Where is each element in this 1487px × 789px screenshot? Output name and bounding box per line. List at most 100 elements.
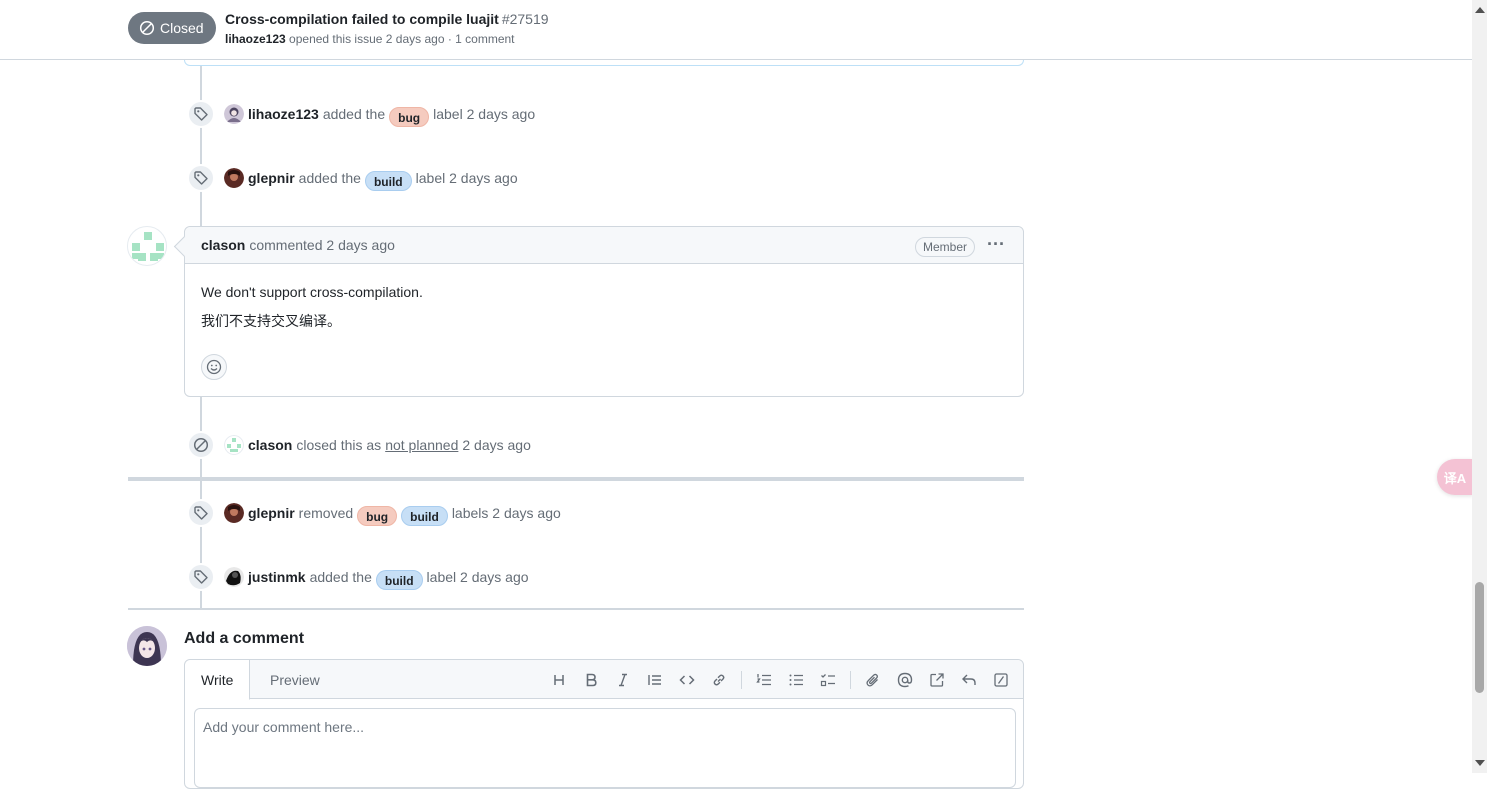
issue-meta: lihaoze123 opened this issue 2 days ago … — [225, 32, 515, 46]
event-badge — [187, 499, 215, 527]
label-build[interactable]: build — [364, 171, 412, 191]
add-comment-heading: Add a comment — [184, 630, 305, 647]
event-time[interactable]: 2 days ago — [449, 170, 518, 186]
event-actor[interactable]: clason — [248, 437, 292, 453]
comment-paragraph: We don't support cross-compilation. — [201, 284, 423, 300]
avatar[interactable] — [224, 435, 244, 455]
comment-editor: Write Preview — [184, 659, 1024, 789]
avatar[interactable] — [224, 168, 244, 188]
bold-icon[interactable] — [575, 668, 607, 692]
comment-body: We don't support cross-compilation. 我们不支… — [185, 264, 1023, 330]
comment-paragraph: 我们不支持交叉编译。 — [201, 313, 341, 329]
code-icon[interactable] — [671, 668, 703, 692]
current-user-avatar[interactable] — [127, 626, 167, 666]
timeline-line — [200, 60, 202, 226]
issue-state-label: Closed — [160, 20, 204, 36]
avatar[interactable] — [224, 567, 244, 587]
event-badge — [187, 563, 215, 591]
sticky-issue-header: Closed Cross-compilation failed to compi… — [0, 0, 1472, 60]
reference-icon[interactable] — [921, 668, 953, 692]
avatar[interactable] — [224, 503, 244, 523]
timeline-event-unlabeled: glepnir removed bug build labels 2 days … — [187, 499, 561, 527]
comment-author-avatar[interactable] — [127, 226, 167, 266]
event-actor[interactable]: glepnir — [248, 170, 295, 186]
event-text: added the — [322, 106, 386, 122]
add-reaction-button[interactable] — [201, 354, 227, 380]
quote-icon[interactable] — [639, 668, 671, 692]
tab-preview[interactable]: Preview — [254, 660, 336, 699]
issue-author-link[interactable]: lihaoze123 — [225, 32, 286, 46]
member-badge: Member — [914, 237, 975, 257]
comment-textarea[interactable] — [194, 708, 1016, 788]
event-badge — [187, 431, 215, 459]
markdown-toolbar — [543, 668, 1017, 692]
user-avatar-image — [127, 626, 167, 666]
label-build[interactable]: build — [375, 570, 423, 590]
translate-icon: 译A — [1443, 470, 1467, 486]
tag-icon — [194, 171, 208, 185]
attach-icon[interactable] — [857, 668, 889, 692]
event-time[interactable]: 2 days ago — [492, 505, 561, 521]
timeline-end-divider — [128, 608, 1024, 610]
tag-icon — [194, 570, 208, 584]
toolbar-divider — [741, 671, 742, 689]
kebab-menu-icon[interactable]: ··· — [987, 234, 1005, 255]
tag-icon — [194, 506, 208, 520]
event-text: labels — [451, 505, 489, 521]
close-reason-link[interactable]: not planned — [385, 437, 458, 453]
event-badge — [187, 164, 215, 192]
timeline-event-closed: clason closed this as not planned 2 days… — [187, 431, 531, 459]
event-actor[interactable]: lihaoze123 — [248, 106, 319, 122]
page-scrollbar[interactable] — [1472, 0, 1487, 773]
skip-icon — [193, 437, 209, 453]
toolbar-divider — [850, 671, 851, 689]
event-actor[interactable]: glepnir — [248, 505, 295, 521]
event-text: label — [415, 170, 446, 186]
label-bug[interactable]: bug — [389, 107, 430, 127]
timeline-break — [128, 477, 1024, 481]
comment-card: clason commented 2 days ago Member ··· W… — [184, 226, 1024, 397]
tab-write[interactable]: Write — [185, 660, 251, 700]
skip-icon — [139, 20, 155, 36]
scrollbar-thumb[interactable] — [1475, 582, 1484, 693]
timeline-event-labeled: lihaoze123 added the bug label 2 days ag… — [187, 100, 535, 128]
identicon-icon — [132, 232, 164, 261]
italic-icon[interactable] — [607, 668, 639, 692]
comment-author[interactable]: clason — [201, 237, 245, 253]
event-time[interactable]: 2 days ago — [462, 437, 531, 453]
scroll-up-arrow-icon[interactable] — [1475, 7, 1485, 13]
editor-tabs: Write Preview — [185, 660, 1023, 700]
ordered-list-icon[interactable] — [748, 668, 780, 692]
event-badge — [187, 100, 215, 128]
event-text: closed this as — [296, 437, 382, 453]
label-bug[interactable]: bug — [357, 506, 398, 526]
task-list-icon[interactable] — [812, 668, 844, 692]
timeline-event-labeled: justinmk added the build label 2 days ag… — [187, 563, 529, 591]
issue-meta-text: opened this issue 2 days ago · 1 comment — [289, 32, 515, 46]
scroll-down-arrow-icon[interactable] — [1475, 760, 1485, 766]
event-text: added the — [298, 170, 361, 186]
timeline-event-labeled: glepnir added the build label 2 days ago — [187, 164, 518, 192]
event-time[interactable]: 2 days ago — [467, 106, 536, 122]
issue-title-text[interactable]: Cross-compilation failed to compile luaj… — [225, 11, 499, 27]
event-text: added the — [309, 569, 372, 585]
unordered-list-icon[interactable] — [780, 668, 812, 692]
mention-icon[interactable] — [889, 668, 921, 692]
comment-action: commented — [249, 237, 323, 253]
link-icon[interactable] — [703, 668, 735, 692]
event-text: label — [426, 569, 457, 585]
comment-time[interactable]: 2 days ago — [326, 237, 395, 253]
reply-icon[interactable] — [953, 668, 985, 692]
event-text: removed — [298, 505, 354, 521]
event-actor[interactable]: justinmk — [248, 569, 306, 585]
slash-command-icon[interactable] — [985, 668, 1017, 692]
avatar[interactable] — [224, 104, 244, 124]
tag-icon — [194, 107, 208, 121]
event-text: label — [433, 106, 463, 122]
label-build[interactable]: build — [401, 506, 448, 526]
smiley-icon — [206, 359, 222, 375]
translate-button[interactable]: 译A — [1437, 459, 1473, 495]
issue-title[interactable]: Cross-compilation failed to compile luaj… — [225, 11, 549, 27]
event-time[interactable]: 2 days ago — [460, 569, 529, 585]
heading-icon[interactable] — [543, 668, 575, 692]
